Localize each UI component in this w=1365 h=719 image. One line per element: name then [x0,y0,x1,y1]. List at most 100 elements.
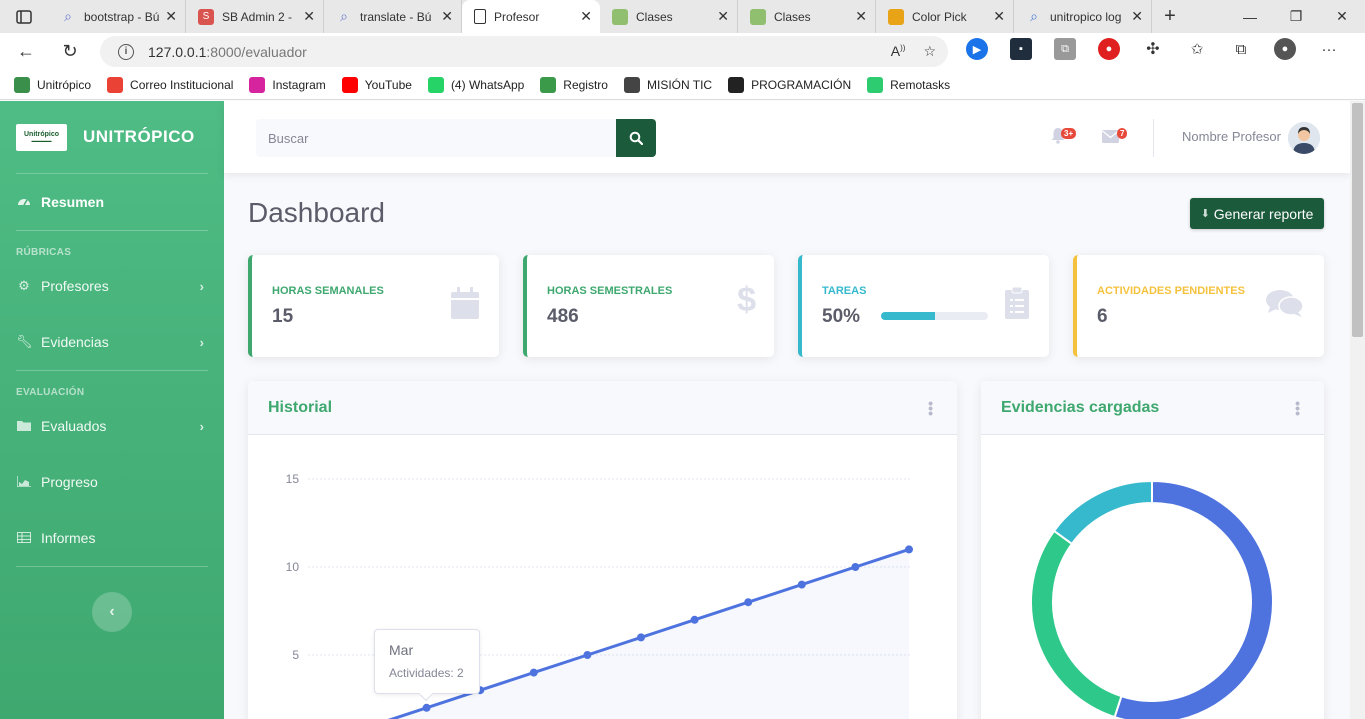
brand-name: UNITRÓPICO [83,127,195,146]
bookmark-item[interactable]: (4) WhatsApp [427,76,524,93]
close-tab-icon[interactable]: ✕ [580,8,592,25]
sidebar-item-resumen[interactable]: Resumen [0,174,224,230]
sidebar-item-informes[interactable]: Informes [0,510,224,566]
data-point[interactable] [851,563,860,571]
card-value: 486 [547,306,579,327]
chevron-right-icon: › [199,418,204,434]
url-field[interactable]: i 127.0.0.1:8000/evaluador A)) ☆ [100,36,948,67]
brand[interactable]: Unitrópico ▬▬▬▬▬ UNITRÓPICO [0,101,224,173]
donut-slice[interactable] [1113,479,1274,719]
donut-slice[interactable] [1052,479,1153,546]
bookmark-item[interactable]: Instagram [249,76,326,93]
historial-panel: Historial • • • 15 10 5 [248,381,957,719]
close-tab-icon[interactable]: ✕ [1131,8,1143,25]
profile-avatar-icon[interactable]: ● [1274,38,1296,60]
sidebar-item-evaluados[interactable]: Evaluados › [0,398,224,454]
tasks-progress-fill [881,312,935,320]
user-name[interactable]: Nombre Profesor [1182,129,1281,144]
close-tab-icon[interactable]: ✕ [993,8,1005,25]
more-options-icon[interactable]: • • • [928,396,933,420]
tab-title: Profesor [494,9,540,24]
sidebar-divider [16,566,208,567]
browser-tab[interactable]: ⌕ bootstrap - Bú ✕ [48,0,186,33]
data-point[interactable] [529,668,538,677]
chart-tooltip: Mar Actividades: 2 [374,629,480,702]
bookmark-item[interactable]: Remotasks [867,76,950,93]
browser-tab[interactable]: Clases ✕ [600,0,738,33]
bookmark-item[interactable]: Unitrópico [14,76,91,93]
close-tab-icon[interactable]: ✕ [303,8,315,25]
data-point[interactable] [797,580,806,589]
data-point[interactable] [422,703,431,712]
favorite-add-icon[interactable]: ☆ [923,43,936,60]
bookmark-item[interactable]: Registro [540,76,608,93]
messages-badge: 7 [1117,128,1128,139]
gear-icon: ⚙ [18,278,30,293]
generate-report-label: Generar reporte [1213,205,1314,222]
data-point[interactable] [583,651,592,659]
extensions-puzzle-icon[interactable]: ✣ [1142,38,1164,60]
restore-icon[interactable]: ❐ [1273,0,1319,33]
sidebar-item-profesores[interactable]: ⚙ Profesores › [0,258,224,314]
new-tab-icon[interactable]: + [1152,0,1188,33]
data-point[interactable] [744,598,753,607]
collections-icon[interactable]: ⧉ [1230,38,1252,60]
minimize-icon[interactable]: — [1227,0,1273,33]
browser-tab[interactable]: ⌕ translate - Bú ✕ [324,0,462,33]
close-tab-icon[interactable]: ✕ [717,8,729,25]
card-label: HORAS SEMANALES [272,285,384,297]
evidencias-title: Evidencias cargadas [1001,398,1160,416]
tab-actions-icon[interactable] [0,0,48,33]
close-tab-icon[interactable]: ✕ [441,8,453,25]
browser-tab[interactable]: Clases ✕ [738,0,876,33]
close-tab-icon[interactable]: ✕ [165,8,177,25]
search-icon: ⌕ [340,8,348,24]
sidebar-item-progreso[interactable]: Progreso [0,454,224,510]
wrench-icon: 🔧︎ [16,334,33,349]
browser-tab[interactable]: S SB Admin 2 - ✕ [186,0,324,33]
back-icon[interactable]: ← [8,37,44,67]
close-tab-icon[interactable]: ✕ [855,8,867,25]
extension-copy-icon[interactable]: ⧉ [1054,38,1076,60]
tab-title: translate - Bú [360,9,432,24]
download-icon: ⬇ [1200,208,1210,220]
read-aloud-icon[interactable]: A)) [891,43,906,60]
bookmark-item[interactable]: PROGRAMACIÓN [728,76,852,93]
card-label: HORAS SEMESTRALES [547,285,673,297]
more-menu-icon[interactable]: ··· [1318,38,1340,60]
avatar[interactable] [1288,122,1320,154]
browser-tab[interactable]: ⌕ unitropico log ✕ [1014,0,1152,33]
browser-tab[interactable]: Profesor ✕ [462,0,600,33]
data-point[interactable] [690,615,699,624]
sidebar-toggle-button[interactable]: ‹ [92,592,132,632]
donut-slice[interactable] [1030,529,1123,719]
close-window-icon[interactable]: ✕ [1319,0,1365,33]
data-point[interactable] [905,545,913,554]
favorites-icon[interactable]: ✩ [1186,38,1208,60]
s-logo-icon: S [198,8,214,25]
bookmark-item[interactable]: MISIÓN TIC [623,76,712,93]
generate-report-button[interactable]: ⬇ Generar reporte [1190,198,1324,229]
bookmark-label: PROGRAMACIÓN [751,77,852,92]
search-button[interactable] [616,119,656,157]
data-point[interactable] [637,633,645,642]
extension-dark-icon[interactable]: ▪ [1010,38,1032,60]
extension-adblock-icon[interactable]: ● [1098,38,1120,60]
color-picker-icon [888,8,904,25]
reload-icon[interactable]: ↻ [52,37,88,67]
bookmark-label: Registro [563,77,608,92]
bookmark-item[interactable]: Correo Institucional [107,76,233,93]
more-options-icon[interactable]: • • • [1295,396,1300,420]
extension-play-icon[interactable]: ▶ [966,38,988,60]
whatsapp-icon [427,76,444,93]
window-controls: — ❐ ✕ [1227,0,1365,33]
scrollbar-thumb[interactable] [1352,103,1363,337]
topbar: Buscar 3+ 7 Nombre Profesor [224,101,1350,173]
sidebar-item-label: Evaluados [41,418,107,434]
search-input[interactable]: Buscar [256,119,616,157]
site-info-icon[interactable]: i [118,43,134,60]
sidebar-item-evidencias[interactable]: 🔧︎ Evidencias › [0,314,224,370]
browser-tab[interactable]: Color Pick ✕ [876,0,1014,33]
bookmark-item[interactable]: YouTube [341,76,412,93]
page-scrollbar[interactable] [1350,101,1365,719]
